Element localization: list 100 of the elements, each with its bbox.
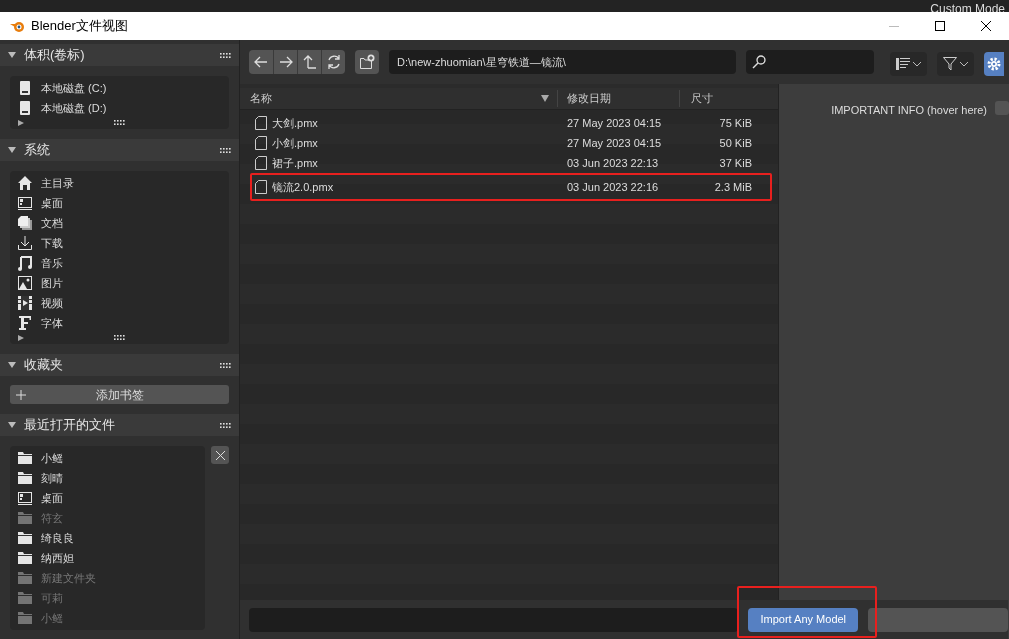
blender-logo-icon	[9, 19, 25, 33]
folder-icon	[17, 550, 33, 566]
back-arrow-button[interactable]	[249, 50, 273, 74]
expanded-arrow-icon	[8, 361, 16, 369]
file-date: 27 May 2023 04:15	[566, 135, 663, 151]
column-title: 名称	[250, 91, 272, 107]
panel-header[interactable]: 体积(卷标)	[0, 44, 239, 66]
new-folder-button[interactable]	[355, 50, 379, 74]
desktop-icon	[17, 195, 33, 211]
parent-directory-icon	[301, 54, 318, 70]
bookmark-item[interactable]: 音乐	[10, 253, 229, 273]
bookmark-item[interactable]: 纳西妲	[10, 548, 205, 568]
panel-header[interactable]: 收藏夹	[0, 354, 239, 376]
bookmark-item[interactable]: 本地磁盘 (C:)	[10, 78, 229, 98]
panel-header[interactable]: 系统	[0, 139, 239, 161]
file-row[interactable]: 小剑.pmx 27 May 2023 04:15 50 KiB	[240, 133, 778, 153]
drive-icon	[17, 100, 33, 116]
bookmark-item[interactable]: 视频	[10, 293, 229, 313]
bookmark-item[interactable]: 本地磁盘 (D:)	[10, 98, 229, 118]
close-icon	[215, 450, 225, 460]
folder-icon	[17, 590, 33, 606]
column-header[interactable]: 尺寸	[680, 90, 778, 107]
file-date: 03 Jun 2023 22:13	[566, 155, 660, 171]
path-field[interactable]: D:\new-zhuomian\星穹铁道—镜流\	[389, 50, 736, 74]
forward-arrow-icon	[277, 54, 294, 70]
refresh-button[interactable]	[321, 50, 345, 74]
search-field[interactable]	[746, 50, 874, 74]
close-icon	[981, 21, 991, 31]
grip-icon	[114, 120, 125, 125]
maximize-icon	[935, 21, 945, 31]
bookmark-item[interactable]: 字体	[10, 313, 229, 333]
file-size: 37 KiB	[718, 155, 753, 171]
refresh-icon	[325, 54, 342, 70]
panel-header[interactable]: 最近打开的文件	[0, 414, 239, 436]
bookmark-item[interactable]: 图片	[10, 273, 229, 293]
download-icon	[17, 235, 33, 251]
file-date: 27 May 2023 04:15	[566, 115, 663, 131]
file-size: 75 KiB	[718, 115, 753, 131]
expand-arrow-icon	[18, 119, 24, 126]
panel-title: 收藏夹	[24, 356, 64, 375]
filename-field[interactable]	[249, 607, 739, 632]
file-name: 裙子.pmx	[272, 155, 318, 171]
expanded-arrow-icon	[8, 421, 16, 429]
folder-icon	[17, 470, 33, 486]
file-icon	[254, 115, 268, 131]
music-note-icon	[17, 255, 33, 271]
grip-icon	[220, 422, 231, 428]
folder-icon	[17, 570, 33, 586]
settings-button[interactable]	[984, 52, 1004, 76]
file-icon	[254, 155, 268, 171]
bookmark-item[interactable]: 桌面	[10, 488, 205, 508]
import-button[interactable]: Import Any Model	[748, 607, 859, 632]
expand-arrow-icon	[18, 334, 24, 341]
list-view-icon	[896, 57, 910, 71]
filter-dropdown[interactable]	[937, 52, 974, 76]
font-icon	[17, 315, 33, 331]
column-header[interactable]: 修改日期	[558, 90, 680, 107]
plus-icon	[16, 389, 26, 400]
file-icon	[254, 179, 268, 195]
bookmark-item[interactable]: 绮良良	[10, 528, 205, 548]
file-size: 2.3 MiB	[713, 179, 753, 195]
bookmark-item[interactable]: 小鳐	[10, 448, 205, 468]
bookmark-item[interactable]: 文档	[10, 213, 229, 233]
image-icon	[17, 275, 33, 291]
panel-title: 体积(卷标)	[24, 46, 86, 65]
option-label: IMPORTANT INFO (hover here)	[831, 103, 987, 118]
forward-arrow-button[interactable]	[273, 50, 297, 74]
search-icon	[752, 55, 766, 69]
drive-icon	[17, 80, 33, 96]
home-icon	[17, 175, 33, 191]
column-header[interactable]: 名称	[240, 90, 558, 107]
film-icon	[17, 295, 33, 311]
clear-button[interactable]	[211, 446, 229, 464]
folder-icon	[17, 610, 33, 626]
bookmark-item[interactable]: 主目录	[10, 173, 229, 193]
grip-icon	[220, 147, 231, 153]
file-name: 镜流2.0.pmx	[272, 179, 334, 195]
file-name: 小剑.pmx	[272, 135, 318, 151]
file-row[interactable]: 裙子.pmx 03 Jun 2023 22:13 37 KiB	[240, 153, 778, 173]
list-view-dropdown[interactable]	[890, 52, 927, 76]
bookmark-item[interactable]: 下载	[10, 233, 229, 253]
file-row[interactable]: 大剑.pmx 27 May 2023 04:15 75 KiB	[240, 113, 778, 133]
bookmark-item[interactable]: 刻晴	[10, 468, 205, 488]
file-icon	[254, 135, 268, 151]
folder-icon	[17, 530, 33, 546]
settings-icon	[987, 57, 1001, 71]
grip-icon	[220, 52, 231, 58]
chevron-down-icon	[913, 61, 921, 67]
panel-title: 最近打开的文件	[24, 416, 116, 435]
file-row[interactable]: 镜流2.0.pmx 03 Jun 2023 22:16 2.3 MiB	[240, 177, 778, 197]
expanded-arrow-icon	[8, 51, 16, 59]
filter-icon	[943, 57, 957, 71]
parent-directory-button[interactable]	[297, 50, 321, 74]
bookmark-item[interactable]: 桌面	[10, 193, 229, 213]
add-bookmark-button[interactable]: 添加书签	[10, 385, 229, 404]
chevron-down-icon	[960, 61, 968, 67]
new-folder-icon	[359, 54, 375, 70]
expanded-arrow-icon	[8, 146, 16, 154]
sort-arrow-icon	[541, 95, 549, 102]
folder-icon	[17, 510, 33, 526]
